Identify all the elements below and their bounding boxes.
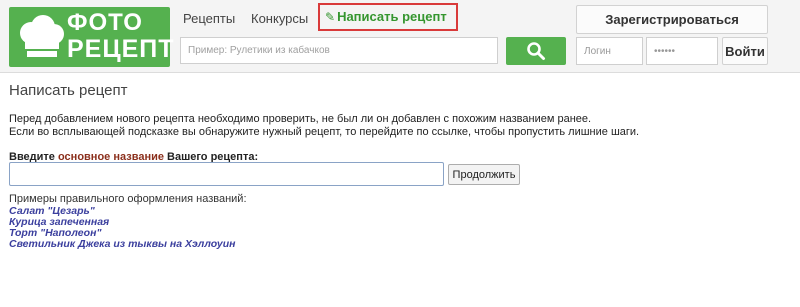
logo-text: ФОТО РЕЦЕПТ: [67, 11, 175, 62]
search-button[interactable]: [506, 37, 566, 65]
nav-contests-link[interactable]: Конкурсы: [251, 11, 308, 26]
write-recipe-highlight: ✎ Написать рецепт: [318, 3, 458, 31]
password-input[interactable]: [646, 37, 718, 65]
write-recipe-label: Написать рецепт: [337, 9, 447, 24]
intro-text: Перед добавлением нового рецепта необход…: [9, 113, 639, 139]
examples-list: Салат "Цезарь" Курица запеченная Торт "Н…: [9, 206, 235, 250]
intro-line-1: Перед добавлением нового рецепта необход…: [9, 113, 592, 125]
chef-hat-icon: [20, 15, 64, 57]
search-icon: [527, 42, 545, 60]
example-link[interactable]: Светильник Джека из тыквы на Хэллоуин: [9, 238, 235, 250]
intro-line-2: Если во всплывающей подсказке вы обнаруж…: [9, 126, 640, 138]
list-item: Светильник Джека из тыквы на Хэллоуин: [9, 239, 235, 250]
search-input[interactable]: [180, 37, 498, 64]
nav-write-recipe-link[interactable]: ✎ Написать рецепт: [325, 9, 447, 24]
nav-recipes-link[interactable]: Рецепты: [183, 11, 235, 26]
logo-line-1: ФОТО: [67, 9, 143, 36]
site-logo[interactable]: ФОТО РЕЦЕПТ: [9, 7, 174, 67]
examples-title: Примеры правильного оформления названий:: [9, 193, 247, 205]
recipe-name-input[interactable]: [9, 162, 444, 186]
login-input[interactable]: [576, 37, 643, 65]
page-title: Написать рецепт: [9, 82, 128, 99]
logo-line-2: РЕЦЕПТ: [67, 35, 175, 63]
register-button[interactable]: Зарегистрироваться: [576, 5, 768, 34]
login-button[interactable]: Войти: [722, 37, 768, 65]
continue-button[interactable]: Продолжить: [448, 164, 520, 185]
pencil-icon: ✎: [325, 10, 336, 24]
site-header: ФОТО РЕЦЕПТ Рецепты Конкурсы ✎ Написать р…: [0, 0, 800, 73]
